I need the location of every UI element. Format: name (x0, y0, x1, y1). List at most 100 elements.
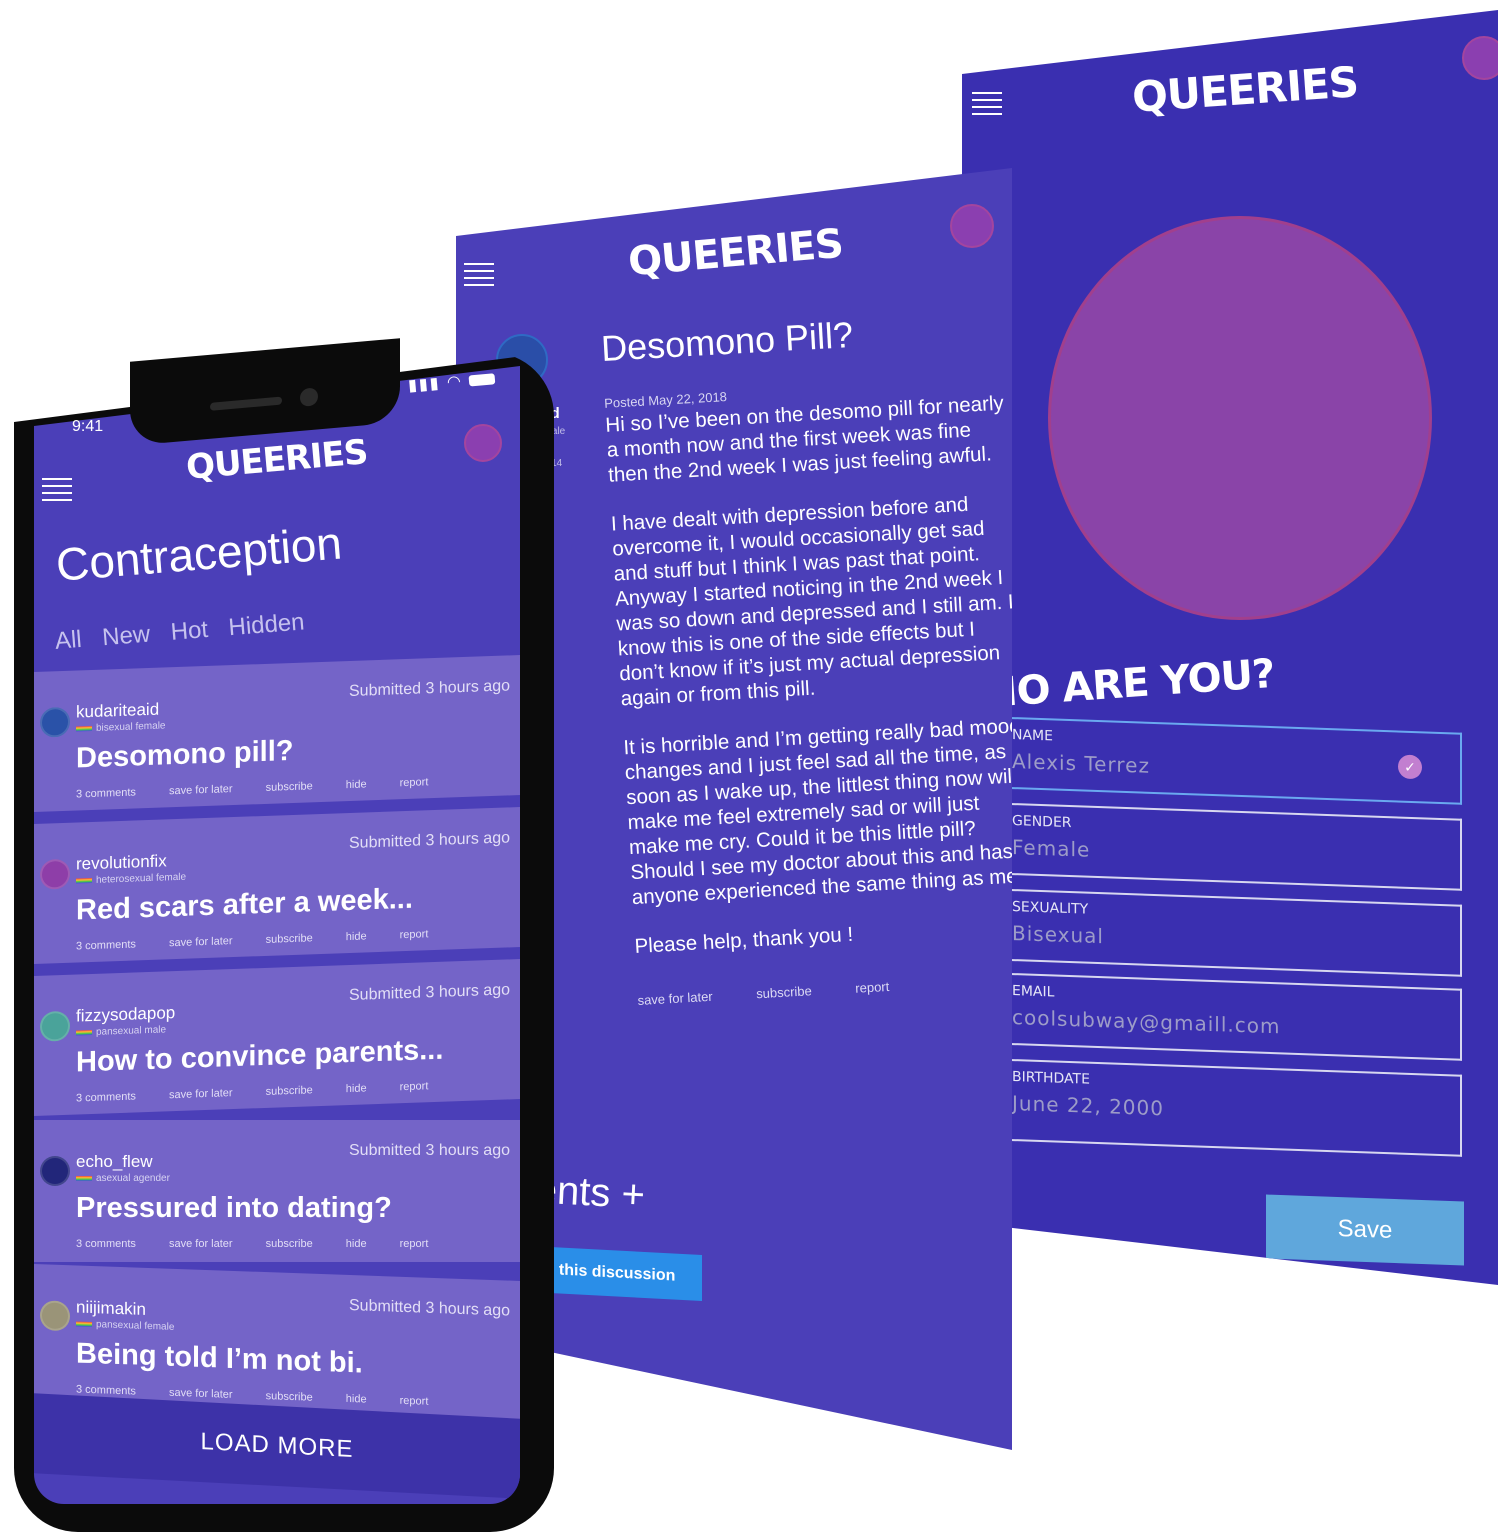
speaker-grille (210, 396, 282, 411)
save-for-later-link[interactable]: save for later (169, 783, 233, 797)
signal-icon: ▮▮▮ (407, 375, 442, 395)
flag-icon (76, 877, 92, 884)
hide-link[interactable]: hide (346, 1082, 367, 1095)
flag-icon (76, 725, 92, 732)
subscribe-link[interactable]: subscribe (266, 932, 313, 946)
add-comment-icon[interactable]: + (620, 1172, 646, 1217)
comments-link[interactable]: 3 comments (76, 1238, 136, 1250)
hide-link[interactable]: hide (346, 1393, 367, 1406)
name-value: Alexis Terrez (1012, 749, 1150, 778)
tab-new[interactable]: New (101, 621, 151, 652)
poster-identity: asexual agender (76, 1173, 170, 1184)
post-time: Submitted 3 hours ago (349, 1142, 510, 1159)
report-link[interactable]: report (400, 776, 429, 789)
post-actions: 3 comments save for later subscribe hide… (76, 928, 428, 952)
post-card[interactable]: revolutionfix heterosexual female Submit… (34, 807, 520, 964)
brand-logo: QUEERIES (626, 220, 845, 286)
gender-value: Female (1012, 835, 1091, 862)
post-paragraph: I have dealt with depression before and … (610, 492, 1012, 711)
brand-logo: QUEERIES (1130, 57, 1360, 122)
menu-icon[interactable] (464, 263, 494, 291)
post-actions: 3 comments save for later subscribe hide… (76, 1238, 428, 1250)
gender-field[interactable]: GENDER Female (962, 801, 1462, 891)
post-paragraph: Please help, thank you ! (633, 922, 854, 959)
poster-avatar[interactable] (40, 858, 70, 890)
post-actions: save for later subscribe report (637, 970, 1012, 1008)
hide-link[interactable]: hide (346, 930, 367, 943)
save-for-later-link[interactable]: save for later (169, 1238, 233, 1250)
poster-username[interactable]: fizzysodapop (76, 1003, 175, 1026)
report-link[interactable]: report (855, 979, 890, 996)
poster-avatar[interactable] (40, 1156, 70, 1186)
hide-link[interactable]: hide (346, 778, 367, 791)
tab-all[interactable]: All (54, 626, 83, 655)
phone-screen: QUEERIES Contraception All New Hot Hidde… (34, 366, 520, 1504)
gender-label: GENDER (1012, 813, 1072, 832)
subscribe-link[interactable]: subscribe (266, 1238, 313, 1250)
page-title: Contraception (54, 516, 344, 591)
user-avatar[interactable] (1462, 36, 1498, 80)
birthdate-field[interactable]: BIRTHDATE June 22, 2000 (962, 1057, 1462, 1157)
tab-hidden[interactable]: Hidden (228, 608, 306, 641)
battery-icon (468, 373, 496, 387)
subscribe-link[interactable]: subscribe (266, 1084, 313, 1098)
name-field[interactable]: NAME Alexis Terrez ✓ (962, 715, 1462, 805)
sexuality-field[interactable]: SEXUALITY Bisexual (962, 887, 1462, 977)
save-for-later-link[interactable]: save for later (637, 989, 713, 1008)
save-for-later-link[interactable]: save for later (169, 1087, 233, 1101)
report-link[interactable]: report (400, 1395, 429, 1408)
poster-username[interactable]: revolutionfix (76, 851, 167, 874)
birthdate-label: BIRTHDATE (1012, 1069, 1090, 1088)
poster-identity: pansexual female (76, 1318, 174, 1333)
post-title[interactable]: Red scars after a week... (76, 883, 413, 928)
user-avatar[interactable] (464, 424, 502, 462)
poster-username[interactable]: niijimakin (76, 1297, 146, 1319)
post-time: Submitted 3 hours ago (349, 677, 510, 700)
post-card[interactable]: kudariteaid bisexual female Submitted 3 … (34, 655, 520, 812)
comments-link[interactable]: 3 comments (76, 938, 136, 952)
report-link[interactable]: report (400, 928, 429, 941)
profile-photo[interactable] (1048, 216, 1432, 620)
poster-username[interactable]: echo_flew (76, 1152, 153, 1172)
check-icon: ✓ (1398, 754, 1422, 780)
save-for-later-link[interactable]: save for later (169, 1387, 233, 1401)
poster-avatar[interactable] (40, 1300, 70, 1332)
post-card[interactable]: fizzysodapop pansexual male Submitted 3 … (34, 959, 520, 1116)
poster-identity-text: bisexual female (96, 720, 166, 734)
post-card[interactable]: echo_flew asexual agender Submitted 3 ho… (34, 1120, 520, 1262)
post-title[interactable]: Being told I’m not bi. (76, 1337, 363, 1380)
tab-hot[interactable]: Hot (170, 616, 209, 646)
menu-icon[interactable] (972, 92, 1002, 120)
save-button[interactable]: Save (1266, 1194, 1464, 1266)
post-title[interactable]: Pressured into dating? (76, 1192, 392, 1225)
email-label: EMAIL (1012, 983, 1055, 1001)
post-title[interactable]: Desomono pill? (76, 735, 294, 776)
report-link[interactable]: report (400, 1238, 429, 1250)
save-for-later-link[interactable]: save for later (169, 935, 233, 949)
poster-identity: bisexual female (76, 720, 165, 734)
email-value: coolsubway@gmaill.com (1012, 1005, 1281, 1039)
post-content: Desomono Pill? Posted May 22, 2018 Hi so… (600, 305, 1012, 1008)
poster-username[interactable]: kudariteaid (76, 700, 159, 723)
user-avatar[interactable] (950, 204, 994, 248)
subscribe-link[interactable]: subscribe (756, 983, 812, 1001)
hide-link[interactable]: hide (346, 1238, 367, 1250)
email-field[interactable]: EMAIL coolsubway@gmaill.com (962, 971, 1462, 1061)
flag-icon (76, 1175, 92, 1181)
flag-icon (76, 1029, 92, 1036)
poster-avatar[interactable] (40, 1010, 70, 1042)
report-link[interactable]: report (400, 1080, 429, 1093)
status-time: 9:41 (72, 418, 104, 435)
poster-identity: pansexual male (76, 1024, 166, 1038)
comments-link[interactable]: 3 comments (76, 786, 136, 800)
poster-avatar[interactable] (40, 706, 70, 738)
subscribe-link[interactable]: subscribe (266, 780, 313, 794)
comments-link[interactable]: 3 comments (76, 1090, 136, 1104)
subscribe-link[interactable]: subscribe (266, 1390, 313, 1404)
post-title: Desomono Pill? (600, 313, 855, 369)
poster-identity-text: heterosexual female (96, 871, 187, 886)
profile-screen: QUEERIES VHO ARE YOU? NAME Alexis Terrez… (962, 10, 1498, 1285)
menu-icon[interactable] (42, 478, 72, 506)
post-title[interactable]: How to convince parents... (76, 1034, 443, 1080)
wifi-icon: ◠ (446, 373, 464, 392)
